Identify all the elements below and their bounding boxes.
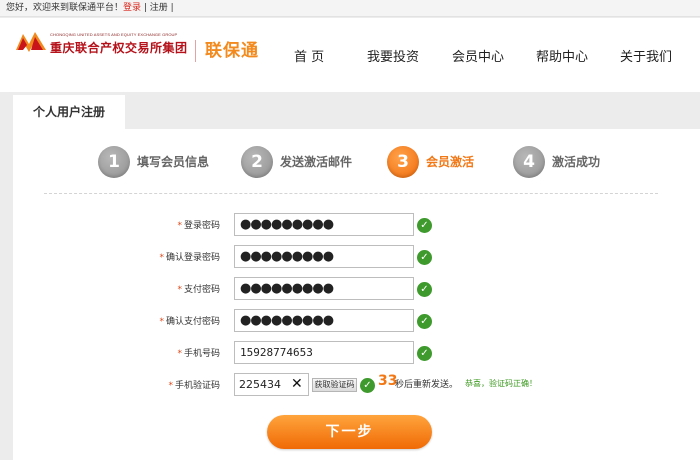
brand-logo[interactable]: 联保通	[205, 36, 259, 61]
field-label: * 确认支付密码	[159, 314, 220, 327]
field-label-text: 手机验证码	[174, 381, 220, 391]
field-label: * 支付密码	[177, 282, 220, 295]
nav-about-us[interactable]: 关于我们	[620, 46, 672, 65]
required-star: *	[177, 285, 182, 295]
nav-member-center[interactable]: 会员中心	[452, 46, 504, 65]
separator: |	[167, 3, 174, 13]
step-number: 2	[241, 146, 273, 178]
next-step-button[interactable]: 下一步	[267, 415, 432, 449]
get-code-button[interactable]: 获取验证码	[312, 378, 357, 392]
required-star: *	[177, 221, 182, 231]
tab-personal-registration[interactable]: 个人用户注册	[13, 95, 125, 129]
step-number: 1	[98, 146, 130, 178]
welcome-text: 您好，欢迎来到联保通平台！	[6, 3, 124, 13]
field-label-text: 支付密码	[183, 285, 220, 295]
nav-home[interactable]: 首 页	[294, 46, 324, 65]
login-password-input[interactable]: ●●●●●●●●●	[234, 213, 414, 236]
check-icon: ✓	[360, 378, 375, 393]
separator: |	[141, 3, 150, 13]
step-label: 激活成功	[552, 155, 601, 169]
logo-divider	[195, 40, 196, 62]
confirm-login-password-input[interactable]: ●●●●●●●●●	[234, 245, 414, 268]
resend-text: 秒后重新发送。	[395, 380, 459, 390]
login-link[interactable]: 登录	[123, 3, 141, 13]
form-row-confirm-login-password: * 确认登录密码 ●●●●●●●●● ✓	[0, 245, 700, 269]
phone-number-input[interactable]: 15928774653	[234, 341, 414, 364]
field-label-text: 登录密码	[183, 221, 220, 231]
check-icon: ✓	[417, 250, 432, 265]
field-label: * 登录密码	[177, 218, 220, 231]
required-star: *	[168, 381, 173, 391]
check-icon: ✓	[417, 218, 432, 233]
required-star: *	[159, 317, 164, 327]
form-row-sms-code: * 手机验证码 225434 ✕ 获取验证码 ✓ 33 秒后重新发送。 恭喜，验证…	[0, 373, 700, 397]
logo-chinese-name: 重庆联合产权交易所集团	[50, 41, 188, 55]
register-link[interactable]: 注册	[150, 3, 168, 13]
nav-help-center[interactable]: 帮助中心	[536, 46, 588, 65]
divider	[44, 193, 658, 194]
field-label-text: 确认支付密码	[165, 317, 220, 327]
confirm-payment-password-input[interactable]: ●●●●●●●●●	[234, 309, 414, 332]
step-number: 3	[387, 146, 419, 178]
payment-password-input[interactable]: ●●●●●●●●●	[234, 277, 414, 300]
logo-english-name: CHONGQING UNITED ASSETS AND EQUITY EXCHA…	[50, 32, 178, 37]
step-number: 4	[513, 146, 545, 178]
check-icon: ✓	[417, 314, 432, 329]
required-star: *	[159, 253, 164, 263]
step-label: 发送激活邮件	[280, 155, 353, 169]
field-label-text: 手机号码	[183, 349, 220, 359]
group-logo-icon	[16, 32, 46, 52]
nav-invest[interactable]: 我要投资	[367, 46, 419, 65]
step-label: 会员激活	[426, 155, 475, 169]
field-label: * 手机验证码	[168, 378, 220, 391]
field-label: * 确认登录密码	[159, 250, 220, 263]
form-row-login-password: * 登录密码 ●●●●●●●●● ✓	[0, 213, 700, 237]
field-label-text: 确认登录密码	[165, 253, 220, 263]
verify-success-text: 恭喜，验证码正确！	[465, 379, 537, 388]
site-header: CHONGQING UNITED ASSETS AND EQUITY EXCHA…	[0, 18, 700, 92]
form-row-confirm-payment-password: * 确认支付密码 ●●●●●●●●● ✓	[0, 309, 700, 333]
step-label: 填写会员信息	[137, 155, 210, 169]
clear-icon[interactable]: ✕	[291, 376, 303, 392]
form-row-payment-password: * 支付密码 ●●●●●●●●● ✓	[0, 277, 700, 301]
check-icon: ✓	[417, 282, 432, 297]
form-row-phone: * 手机号码 15928774653 ✓	[0, 341, 700, 365]
required-star: *	[177, 349, 182, 359]
check-icon: ✓	[417, 346, 432, 361]
top-bar: 您好，欢迎来到联保通平台！登录 | 注册 |	[0, 0, 700, 17]
field-label: * 手机号码	[177, 346, 220, 359]
tab-strip	[125, 95, 700, 129]
